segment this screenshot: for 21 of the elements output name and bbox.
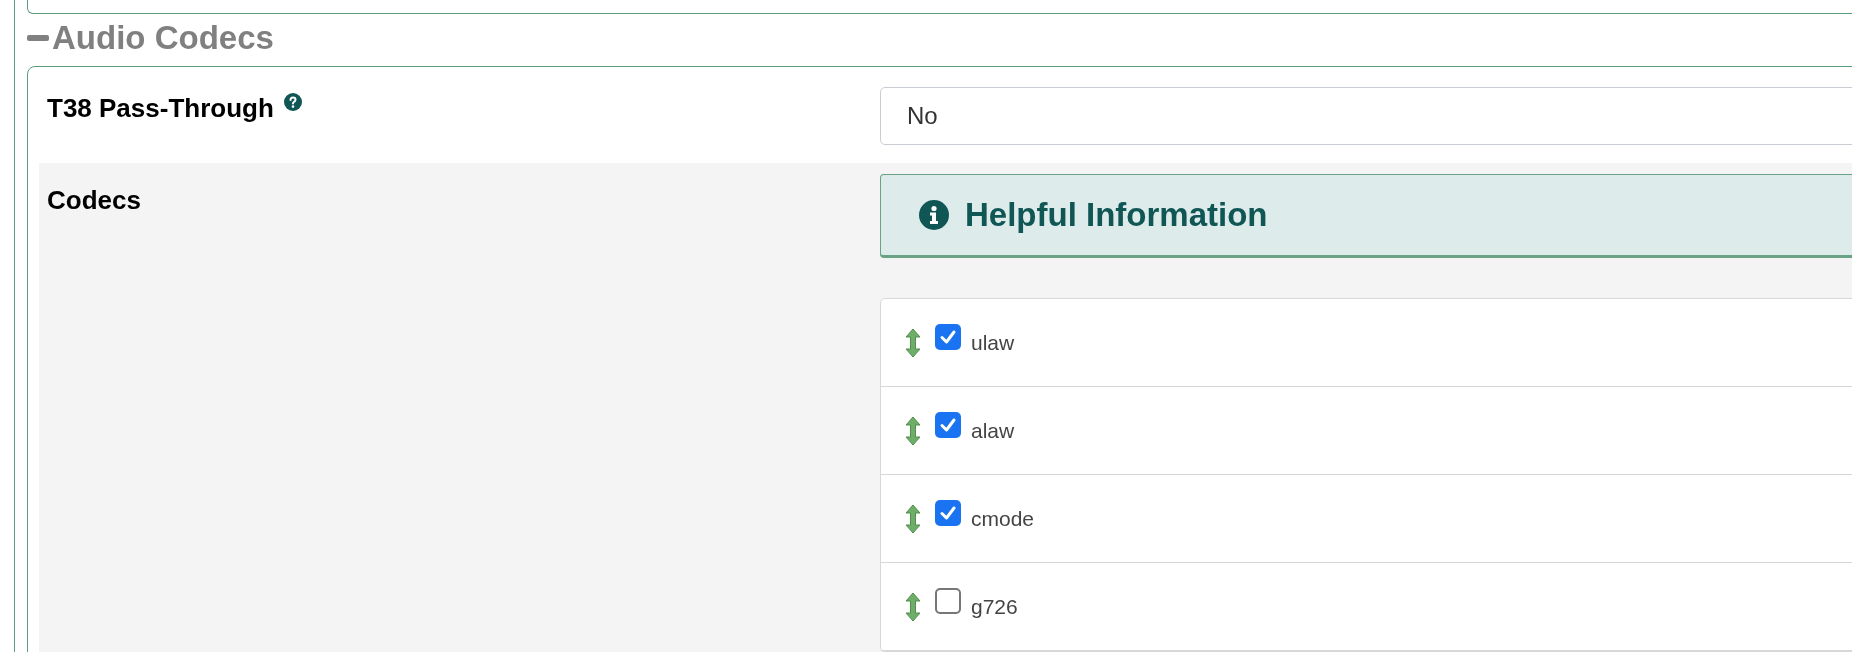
up-down-arrow-icon[interactable]	[905, 504, 921, 533]
codec-label: alaw	[971, 417, 1015, 444]
up-down-arrow-icon[interactable]	[905, 328, 921, 357]
minus-icon[interactable]	[27, 35, 49, 41]
field-label: Codecs	[47, 185, 141, 215]
section-title: Audio Codecs	[52, 18, 274, 59]
checkbox[interactable]	[935, 499, 961, 526]
up-down-arrow-icon[interactable]	[905, 592, 921, 621]
field-label: T38 Pass-Through	[47, 92, 274, 125]
select-field[interactable]: No	[880, 87, 1852, 145]
info-icon	[919, 200, 949, 230]
codec-label: g726	[971, 593, 1018, 620]
info-title: Helpful Information	[965, 195, 1268, 236]
codec-label: cmode	[971, 505, 1035, 532]
codec-label: ulaw	[971, 329, 1015, 356]
checkbox[interactable]	[935, 323, 961, 350]
info-banner[interactable]: Helpful Information	[880, 174, 1852, 258]
checkbox[interactable]	[935, 587, 961, 614]
checkbox[interactable]	[935, 411, 961, 438]
help-icon[interactable]	[283, 93, 302, 111]
up-down-arrow-icon[interactable]	[905, 416, 921, 445]
